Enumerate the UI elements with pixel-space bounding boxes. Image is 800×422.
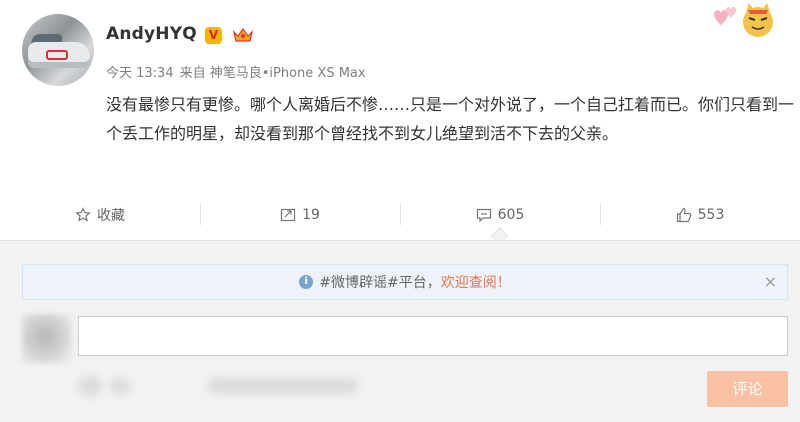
vip-crown-icon[interactable]: [232, 26, 254, 44]
comment-submit-button[interactable]: 评论: [707, 371, 788, 407]
image-tool-blurred: [110, 378, 130, 394]
repost-option-blurred: [208, 378, 358, 394]
post-text: 没有最惨只有更惨。哪个人离婚后不惨……只是一个对外说了，一个自己扛着而已。你们只…: [106, 95, 795, 143]
post-meta: 今天 13:34 来自 神笔马良•iPhone XS Max: [106, 62, 372, 81]
favorite-label: 收藏: [97, 208, 125, 224]
notice-highlight[interactable]: 欢迎查阅！: [441, 272, 511, 292]
repost-icon: [280, 208, 296, 222]
verified-badge-icon[interactable]: V: [205, 27, 222, 44]
info-icon: i: [299, 275, 314, 289]
repost-button[interactable]: 19: [200, 194, 400, 236]
rumor-notice-banner[interactable]: i #微博辟谣#平台， 欢迎查阅！ ×: [22, 264, 788, 300]
comment-count: 605: [497, 207, 525, 223]
comment-button[interactable]: 605: [400, 194, 600, 236]
user-avatar[interactable]: [22, 14, 94, 86]
current-user-avatar: [22, 314, 72, 364]
username[interactable]: AndyHYQ: [106, 24, 197, 44]
favorite-button[interactable]: 收藏: [0, 194, 200, 236]
star-icon: [75, 207, 91, 222]
like-count: 553: [697, 207, 725, 223]
thumbs-up-icon: [676, 207, 691, 223]
avatar-car-logo: [46, 50, 68, 60]
close-icon[interactable]: ×: [764, 273, 777, 291]
repost-count: 19: [302, 207, 320, 223]
comment-input[interactable]: [78, 316, 788, 356]
comment-tools-blurred: [78, 374, 378, 398]
post-action-bar: 收藏 19 605 553: [0, 194, 800, 236]
emoji-tool-blurred: [78, 376, 102, 396]
cat-sticker-icon: [714, 3, 773, 37]
notice-text: #微博辟谣#平台，: [319, 275, 441, 291]
post-source: 来自 神笔马良•iPhone XS Max: [179, 66, 366, 81]
post-time[interactable]: 今天 13:34: [106, 66, 174, 81]
like-button[interactable]: 553: [600, 194, 800, 236]
comment-icon: [476, 208, 491, 223]
